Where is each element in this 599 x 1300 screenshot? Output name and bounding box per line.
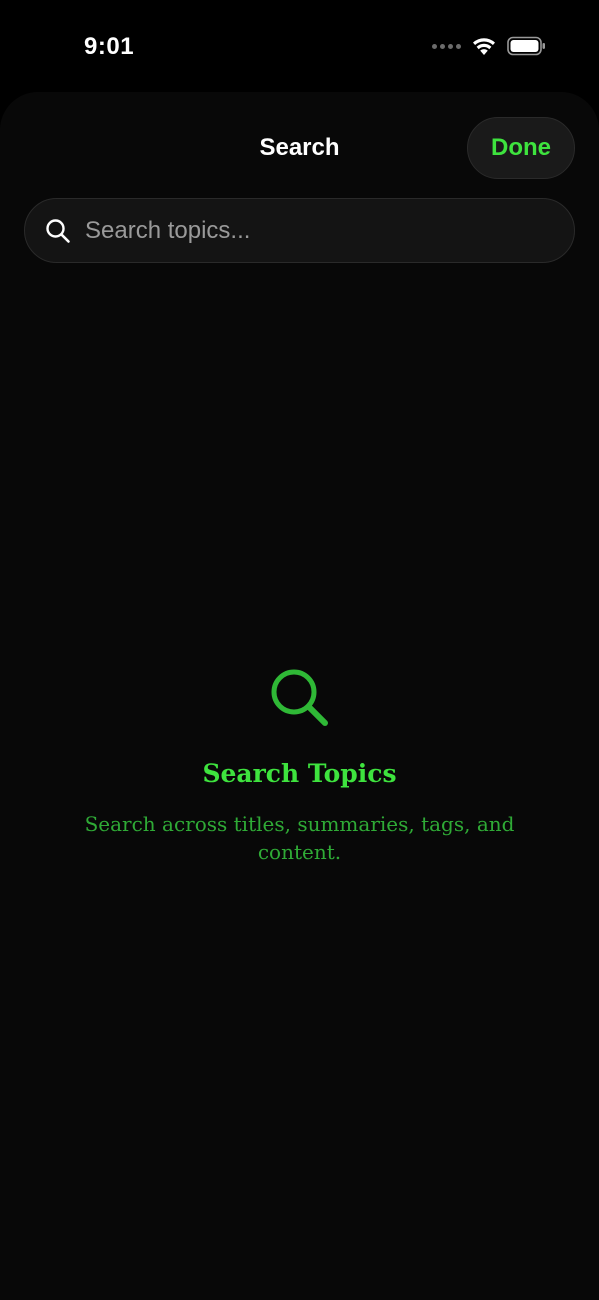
empty-state: Search Topics Search across titles, summ… [0,665,599,866]
status-bar: 9:01 [0,0,599,92]
battery-icon [507,36,547,56]
empty-state-description: Search across titles, summaries, tags, a… [84,812,515,864]
wifi-icon [471,36,497,56]
status-time: 9:01 [84,33,135,60]
search-bar[interactable] [24,198,575,263]
done-button[interactable]: Done [467,117,575,179]
search-icon [45,218,71,244]
magnifying-glass-icon [0,665,599,731]
search-input[interactable] [83,215,574,246]
status-icons [432,36,547,56]
dynamic-island [209,22,395,76]
empty-state-title: Search Topics [202,759,397,788]
signal-dots-icon [432,43,461,49]
search-sheet: Search Done Search Topics Search across … [0,92,599,1300]
